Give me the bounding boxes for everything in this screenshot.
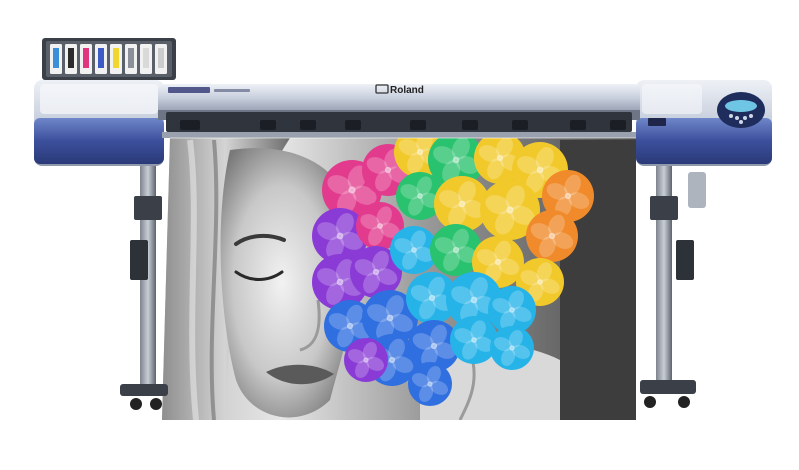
- ink-color-label: [53, 48, 59, 68]
- right-stand: [640, 166, 706, 408]
- ink-color-label: [83, 48, 89, 68]
- ink-color-label: [143, 48, 149, 68]
- product-photo: Roland: [34, 38, 772, 420]
- ink-color-label: [158, 48, 164, 68]
- ink-color-label: [98, 48, 104, 68]
- flower-petal-group: [490, 326, 534, 370]
- ink-color-label: [68, 48, 74, 68]
- flower-petal-group: [344, 338, 388, 382]
- left-side-unit: [34, 80, 164, 166]
- printed-poster: [162, 138, 636, 420]
- ink-cartridge-bay: [42, 38, 176, 80]
- flower-petal-group: [408, 362, 452, 406]
- ink-color-label: [113, 48, 119, 68]
- brand-name: Roland: [390, 85, 424, 96]
- flower-petal-group: [450, 316, 498, 364]
- flower-petal-group: [526, 210, 578, 262]
- left-stand: [120, 166, 168, 410]
- ink-color-label: [128, 48, 134, 68]
